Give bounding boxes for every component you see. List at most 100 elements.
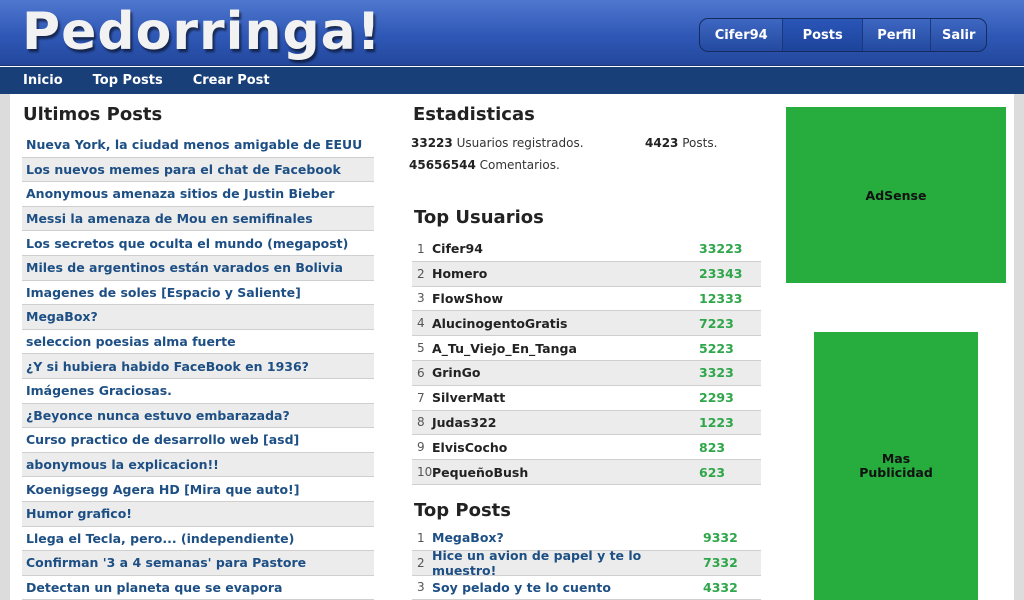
stat-comments-label: Comentarios.	[479, 158, 560, 172]
rank-number: 3	[417, 580, 425, 595]
latest-post-link[interactable]: Anonymous amenaza sitios de Justin Biebe…	[22, 182, 374, 207]
stat-comments: 45656544 Comentarios.	[409, 158, 560, 172]
rank-score: 623	[699, 464, 726, 480]
top-users-list: 1 Cifer94 33223 2 Homero 23343 3 FlowShow 12333 4…	[412, 237, 761, 485]
top-users-row: 4 AlucinogentoGratis 7223	[412, 311, 761, 337]
latest-post-link[interactable]: ¿Y si hubiera habido FaceBook en 1936?	[22, 354, 374, 379]
latest-post-link[interactable]: Curso practico de desarrollo web [asd]	[22, 428, 374, 453]
rank-score: 7332	[703, 555, 738, 571]
user-link[interactable]: ElvisCocho	[432, 440, 699, 455]
top-posts-title: Top Posts	[414, 500, 511, 521]
latest-post-link[interactable]: Los secretos que oculta el mundo (megapo…	[22, 231, 374, 256]
latest-post-link[interactable]: Imágenes Graciosas.	[22, 379, 374, 404]
post-link[interactable]: Hice un avion de papel y te lo muestro!	[432, 548, 703, 578]
rank-score: 23343	[699, 266, 743, 282]
user-nav-perfil[interactable]: Perfil	[863, 19, 932, 51]
rank-number: 9	[417, 440, 425, 455]
rank-number: 4	[417, 316, 425, 331]
top-users-row: 2 Homero 23343	[412, 261, 761, 287]
main-menu: Inicio Top Posts Crear Post	[0, 67, 1024, 94]
user-link[interactable]: Cifer94	[432, 241, 699, 256]
user-link[interactable]: FlowShow	[432, 291, 699, 306]
latest-post-link[interactable]: Miles de argentinos están varados en Bol…	[22, 255, 374, 281]
menu-inicio[interactable]: Inicio	[23, 73, 63, 88]
rank-number: 6	[417, 365, 425, 380]
rank-number: 8	[417, 415, 425, 430]
user-nav-username[interactable]: Cifer94	[700, 19, 784, 51]
stat-users: 33223 Usuarios registrados.	[411, 136, 584, 150]
rank-number: 2	[417, 555, 425, 570]
latest-post-link[interactable]: Messi la amenaza de Mou en semifinales	[22, 206, 374, 232]
latest-post-link[interactable]: ¿Beyonce nunca estuvo embarazada?	[22, 403, 374, 429]
rank-score: 33223	[699, 241, 743, 257]
user-link[interactable]: GrinGo	[432, 365, 699, 380]
top-users-row: 5 A_Tu_Viejo_En_Tanga 5223	[412, 336, 761, 361]
latest-post-link[interactable]: Koenigsegg Agera HD [Mira que auto!]	[22, 477, 374, 502]
top-posts-row: 2 Hice un avion de papel y te lo muestro!…	[412, 548, 761, 578]
stat-posts: 4423 Posts.	[645, 136, 717, 150]
rank-number: 2	[417, 266, 425, 281]
rank-score: 3323	[699, 365, 734, 381]
menu-crear-post[interactable]: Crear Post	[193, 73, 270, 88]
rank-score: 823	[699, 439, 726, 455]
user-link[interactable]: PequeñoBush	[432, 465, 699, 480]
ad-mas-publicidad-label: Mas Publicidad	[859, 451, 933, 480]
top-users-row: 9 ElvisCocho 823	[412, 435, 761, 461]
top-users-row: 6 GrinGo 3323	[412, 360, 761, 386]
rank-number: 1	[417, 530, 425, 545]
top-users-row: 1 Cifer94 33223	[412, 237, 761, 262]
site-logo[interactable]: Pedorringa!	[22, 2, 382, 62]
latest-post-link[interactable]: Llega el Tecla, pero... (independiente)	[22, 527, 374, 552]
rank-number: 1	[417, 241, 425, 256]
stats-title: Estadisticas	[413, 104, 535, 125]
rank-score: 5223	[699, 340, 734, 356]
rank-number: 5	[417, 341, 425, 356]
user-link[interactable]: AlucinogentoGratis	[432, 316, 699, 331]
rank-number: 3	[417, 291, 425, 306]
rank-score: 1223	[699, 414, 734, 430]
latest-post-link[interactable]: Nueva York, la ciudad menos amigable de …	[22, 133, 374, 158]
page-frame-left	[0, 94, 10, 600]
top-users-row: 7 SilverMatt 2293	[412, 386, 761, 411]
latest-post-link[interactable]: Confirman '3 a 4 semanas' para Pastore	[22, 551, 374, 576]
user-nav-posts[interactable]: Posts	[783, 19, 863, 51]
top-users-title: Top Usuarios	[414, 207, 544, 228]
ad-adsense[interactable]: AdSense	[786, 107, 1006, 283]
rank-score: 12333	[699, 290, 743, 306]
ad-adsense-label: AdSense	[865, 187, 927, 203]
menu-top-posts[interactable]: Top Posts	[93, 73, 163, 88]
top-users-row: 10 PequeñoBush 623	[412, 460, 761, 485]
user-link[interactable]: Judas322	[432, 415, 699, 430]
user-link[interactable]: A_Tu_Viejo_En_Tanga	[432, 341, 699, 356]
user-link[interactable]: Homero	[432, 266, 699, 281]
latest-post-link[interactable]: abonymous la explicacion!!	[22, 452, 374, 478]
rank-score: 2293	[699, 390, 734, 406]
user-nav: Cifer94 Posts Perfil Salir	[699, 18, 987, 52]
latest-post-link[interactable]: Los nuevos memes para el chat de Faceboo…	[22, 157, 374, 183]
rank-score: 7223	[699, 315, 734, 331]
latest-post-link[interactable]: Imagenes de soles [Espacio y Saliente]	[22, 281, 374, 306]
latest-posts-title: Ultimos Posts	[23, 104, 163, 125]
rank-number: 7	[417, 390, 425, 405]
stat-posts-label: Posts.	[682, 136, 718, 150]
top-users-row: 3 FlowShow 12333	[412, 287, 761, 312]
latest-post-link[interactable]: seleccion poesias alma fuerte	[22, 330, 374, 355]
page-frame-right	[1014, 94, 1024, 600]
ad-mas-publicidad[interactable]: Mas Publicidad	[814, 332, 978, 600]
post-link[interactable]: Soy pelado y te lo cuento	[432, 580, 703, 595]
site-header: Pedorringa! Cifer94 Posts Perfil Salir	[0, 0, 1024, 66]
stat-comments-count: 45656544	[409, 158, 476, 172]
latest-post-link[interactable]: Detectan un planeta que se evapora	[22, 576, 374, 600]
rank-score: 9332	[703, 530, 738, 546]
post-link[interactable]: MegaBox?	[432, 530, 703, 545]
stat-users-count: 33223	[411, 136, 453, 150]
stat-posts-count: 4423	[645, 136, 679, 150]
latest-post-link[interactable]: MegaBox?	[22, 305, 374, 330]
rank-number: 10	[417, 465, 433, 480]
user-nav-salir[interactable]: Salir	[931, 19, 986, 51]
top-posts-row: 3 Soy pelado y te lo cuento 4332	[412, 576, 761, 600]
top-users-row: 8 Judas322 1223	[412, 410, 761, 436]
stat-users-label: Usuarios registrados.	[456, 136, 584, 150]
user-link[interactable]: SilverMatt	[432, 390, 699, 405]
latest-post-link[interactable]: Humor grafico!	[22, 501, 374, 527]
